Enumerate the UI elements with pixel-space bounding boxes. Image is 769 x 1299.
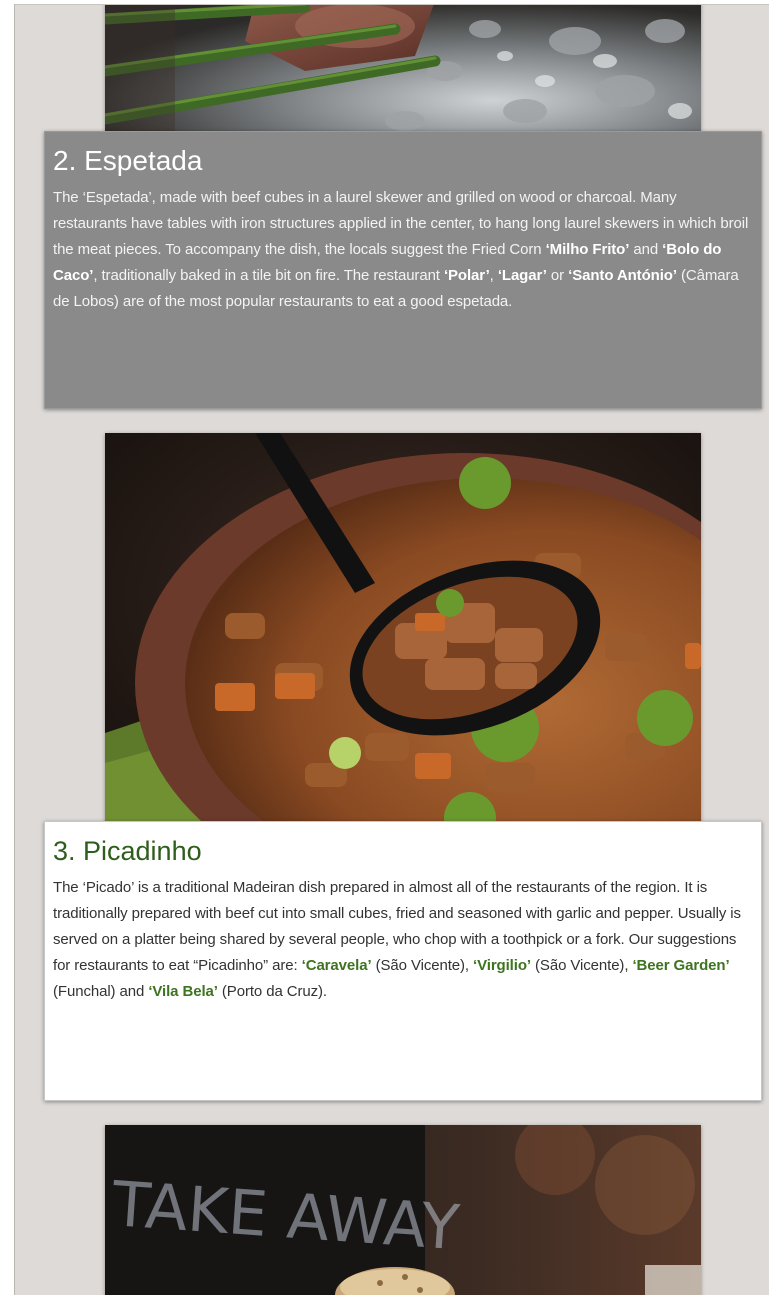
text-run: or <box>546 267 569 284</box>
text-run: (São Vicente), <box>530 957 633 974</box>
espetada-photo <box>105 5 701 143</box>
text-run: , traditionally baked in a tile bit on f… <box>93 267 444 284</box>
espetada-section-card: 2. Espetada The ‘Espetada’, made with be… <box>44 131 762 409</box>
text-run: , <box>489 267 498 284</box>
restaurant-highlight: ‘Lagar’ <box>497 267 547 284</box>
restaurant-highlight: ‘Santo António’ <box>568 267 677 284</box>
restaurant-link[interactable]: ‘Vila Bela’ <box>148 983 218 1000</box>
beef-stew-bowl-image <box>105 433 701 837</box>
picadinho-section-card: 3. Picadinho The ‘Picado’ is a tradition… <box>44 821 762 1101</box>
picadinho-heading: 3. Picadinho <box>53 836 202 866</box>
picadinho-photo <box>105 433 701 837</box>
takeaway-photo: TAKE AWAY <box>105 1125 701 1295</box>
restaurant-link[interactable]: ‘Virgilio’ <box>473 957 531 974</box>
text-run: and <box>629 241 663 258</box>
text-run: (Porto da Cruz). <box>217 983 327 1000</box>
restaurant-link[interactable]: ‘Caravela’ <box>302 957 372 974</box>
picadinho-paragraph: The ‘Picado’ is a traditional Madeiran d… <box>53 875 751 1005</box>
text-run: (São Vicente), <box>371 957 474 974</box>
text-run: (Funchal) and <box>53 983 149 1000</box>
espetada-paragraph: The ‘Espetada’, made with beef cubes in … <box>53 185 751 315</box>
restaurant-highlight: ‘Polar’ <box>443 267 490 284</box>
espetada-heading: 2. Espetada <box>53 145 203 176</box>
restaurant-highlight: ‘Milho Frito’ <box>545 241 630 258</box>
grilled-meat-skewers-image <box>105 5 701 143</box>
restaurant-link[interactable]: ‘Beer Garden’ <box>632 957 729 974</box>
article-page: 2. Espetada The ‘Espetada’, made with be… <box>14 4 769 1295</box>
take-away-sandwich-image: TAKE AWAY <box>105 1125 701 1295</box>
